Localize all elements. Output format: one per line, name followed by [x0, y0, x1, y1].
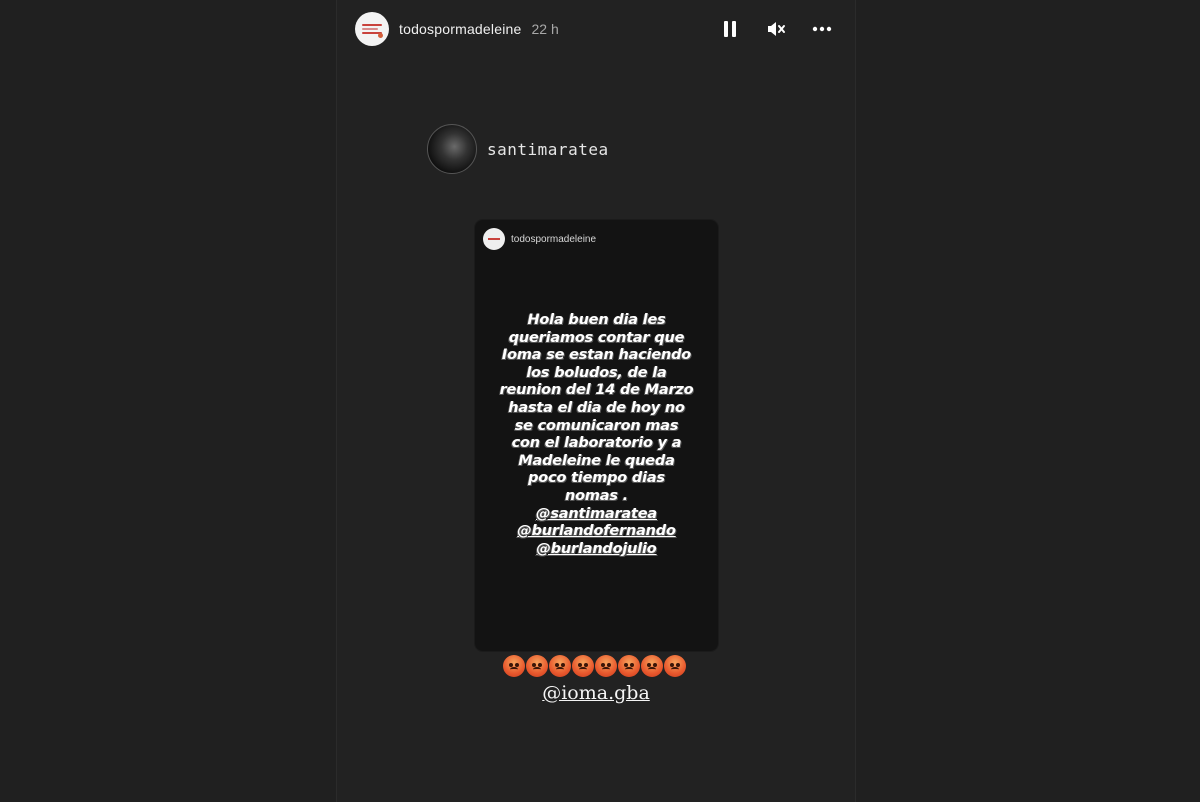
ioma-tag: @ioma.gba — [337, 682, 855, 704]
story-controls — [717, 16, 835, 42]
angry-face-icon — [664, 655, 686, 677]
angry-face-icon — [595, 655, 617, 677]
message-line: Hola buen dia les — [527, 312, 666, 328]
card-message: Hola buen dia les queriamos contar que I… — [485, 312, 708, 558]
message-line: hasta el dia de hoy no — [508, 399, 685, 416]
message-line: Madeleine le queda — [518, 452, 675, 469]
mention-link[interactable]: @santimaratea — [485, 506, 708, 524]
repost-avatar[interactable] — [427, 124, 477, 174]
card-avatar — [483, 228, 505, 250]
ioma-mention-link[interactable]: @ioma.gba — [542, 682, 650, 704]
muted-speaker-icon[interactable] — [763, 16, 789, 42]
story-time: 22 h — [531, 21, 559, 37]
angry-face-icon — [618, 655, 640, 677]
angry-face-icon — [526, 655, 548, 677]
mention-link[interactable]: @burlandojulio — [485, 541, 708, 559]
repost-username[interactable]: santimaratea — [487, 140, 609, 159]
angry-face-icon — [549, 655, 571, 677]
reposted-story-card[interactable]: todospormadeleine Hola buen dia les quer… — [475, 220, 718, 651]
angry-face-icon — [641, 655, 663, 677]
message-line: con el laboratorio y a — [511, 435, 682, 452]
message-line: reunion del 14 de Marzo — [499, 382, 694, 399]
message-line: se comunicaron mas — [514, 417, 679, 434]
more-horizontal-icon[interactable] — [809, 16, 835, 42]
message-line: poco tiempo dias — [528, 470, 665, 487]
avatar[interactable] — [355, 12, 389, 46]
repost-header: santimaratea — [427, 124, 609, 174]
story-viewer: todospormadeleine 22 h santimaratea todo… — [336, 0, 856, 802]
card-header: todospormadeleine — [483, 228, 596, 250]
card-username: todospormadeleine — [511, 233, 597, 245]
message-line: nomas . — [565, 487, 628, 504]
angry-face-icon — [503, 655, 525, 677]
message-line: los boludos, de la — [526, 364, 667, 381]
angry-face-icon — [572, 655, 594, 677]
message-line: queriamos contar que — [508, 329, 685, 346]
pause-icon[interactable] — [717, 16, 743, 42]
story-header: todospormadeleine 22 h — [355, 12, 835, 46]
mention-list: @santimaratea @burlandofernando @burland… — [485, 506, 708, 559]
mention-link[interactable]: @burlandofernando — [485, 523, 708, 541]
angry-emoji-row — [503, 655, 686, 677]
story-username[interactable]: todospormadeleine — [399, 21, 521, 37]
message-line: Ioma se estan haciendo — [501, 347, 692, 364]
